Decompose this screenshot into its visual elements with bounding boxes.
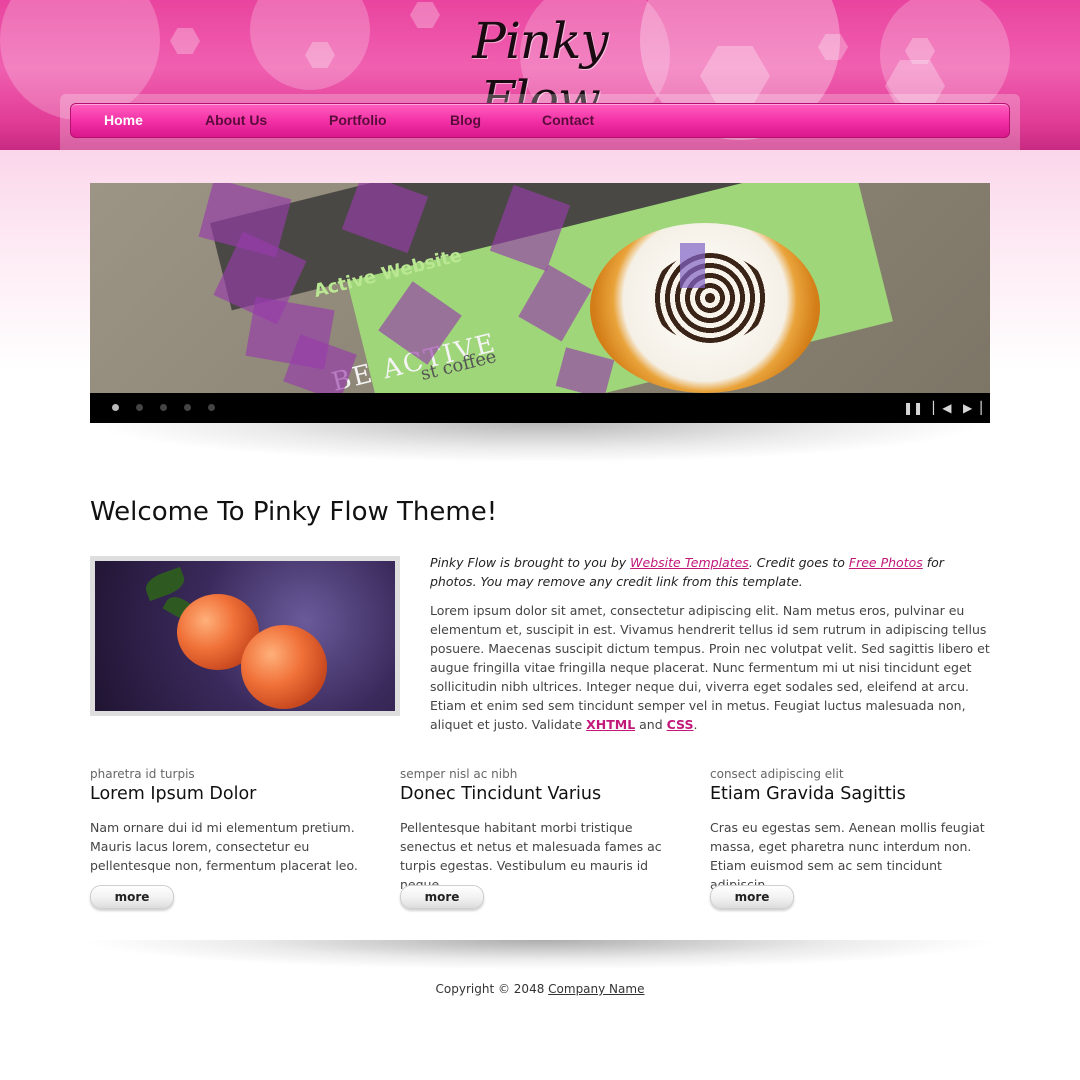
nav-item-home[interactable]: Home	[104, 104, 143, 137]
slider-dot-1[interactable]	[112, 404, 119, 411]
slider-shadow	[90, 423, 990, 463]
slider-dot-2[interactable]	[136, 404, 143, 411]
column-subtitle: semper nisl ac nibh	[400, 767, 518, 781]
column-title: Etiam Gravida Sagittis	[710, 784, 906, 804]
column-subtitle: consect adipiscing elit	[710, 767, 844, 781]
slider-dot-3[interactable]	[160, 404, 167, 411]
feature-column-1: pharetra id turpis Lorem Ipsum Dolor Nam…	[90, 767, 375, 875]
feature-column-2: semper nisl ac nibh Donec Tincidunt Vari…	[400, 767, 685, 894]
column-text: Cras eu egestas sem. Aenean mollis feugi…	[710, 820, 985, 892]
more-button-3[interactable]: more	[710, 885, 794, 909]
intro-body-text: Lorem ipsum dolor sit amet, consectetur …	[430, 601, 990, 734]
site-logo[interactable]: Pinky Flow	[420, 12, 660, 128]
validate-and: and	[635, 717, 667, 732]
intro-credit-text: Pinky Flow is brought to you by Website …	[430, 553, 990, 591]
validate-css-link[interactable]: CSS	[667, 717, 694, 732]
content-bottom-shadow	[80, 940, 1000, 970]
slider-controls-bar: ❚❚ ▏◀ ▶▕	[90, 393, 990, 423]
transition-tile	[680, 243, 705, 288]
previous-icon[interactable]: ▏◀	[933, 400, 951, 416]
copyright-text: Copyright © 2048	[435, 982, 549, 996]
validate-end: .	[693, 717, 698, 732]
free-photos-link[interactable]: Free Photos	[849, 555, 923, 570]
intro-body: Lorem ipsum dolor sit amet, consectetur …	[430, 603, 990, 732]
company-name-link[interactable]: Company Name	[548, 982, 644, 996]
next-icon[interactable]: ▶▕	[963, 400, 981, 416]
footer: Copyright © 2048 Company Name	[0, 982, 1080, 996]
nav-item-contact[interactable]: Contact	[542, 104, 594, 137]
column-title: Donec Tincidunt Varius	[400, 784, 602, 804]
nav-item-blog[interactable]: Blog	[450, 104, 481, 137]
slider-dot-5[interactable]	[208, 404, 215, 411]
hexagon-sparkle	[170, 28, 200, 54]
more-button-2[interactable]: more	[400, 885, 484, 909]
leaf-shape	[142, 566, 188, 602]
main-nav: Home About Us Portfolio Blog Contact	[70, 103, 1010, 138]
feature-column-3: consect adipiscing elit Etiam Gravida Sa…	[710, 767, 995, 894]
slider-dot-4[interactable]	[184, 404, 191, 411]
intro-mid: . Credit goes to	[748, 555, 849, 570]
column-text: Nam ornare dui id mi elementum pretium. …	[90, 820, 358, 873]
nav-item-portfolio[interactable]: Portfolio	[329, 104, 387, 137]
image-slider[interactable]: Active Website BE ACTIVE st coffee	[90, 183, 990, 393]
more-button-1[interactable]: more	[90, 885, 174, 909]
coffee-swirl	[650, 253, 770, 343]
column-subtitle: pharetra id turpis	[90, 767, 195, 781]
pause-icon[interactable]: ❚❚	[903, 400, 923, 416]
page-title: Welcome To Pinky Flow Theme!	[90, 497, 498, 527]
column-text: Pellentesque habitant morbi tristique se…	[400, 820, 662, 892]
column-title: Lorem Ipsum Dolor	[90, 784, 257, 804]
nav-item-about-us[interactable]: About Us	[205, 104, 267, 137]
orange-fruit	[241, 625, 327, 709]
featured-photo	[95, 561, 395, 711]
validate-xhtml-link[interactable]: XHTML	[586, 717, 635, 732]
intro-prefix: Pinky Flow is brought to you by	[430, 555, 631, 570]
website-templates-link[interactable]: Website Templates	[630, 555, 749, 570]
bokeh-circle	[250, 0, 370, 90]
